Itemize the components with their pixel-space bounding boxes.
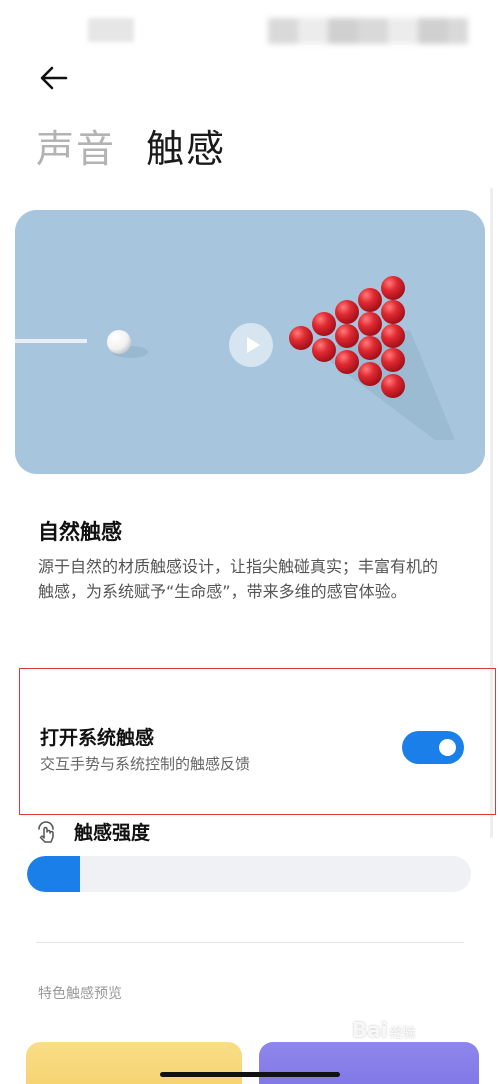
sound-haptics-tabs: 声音 触感 [36, 118, 226, 173]
feature-title: 自然触感 [38, 520, 122, 544]
haptic-strength-label: 触感强度 [74, 822, 151, 844]
feature-description: 源于自然的材质触感设计，让指尖触碰真实；丰富有机的触感，为系统赋予“生命感”，带… [38, 557, 439, 601]
toggle-knob [439, 739, 456, 756]
arrow-left-icon[interactable] [38, 62, 70, 94]
system-haptics-title: 打开系统触感 [40, 727, 155, 749]
play-icon[interactable] [229, 323, 273, 367]
haptics-settings-screen: 声音 触感 自然触感 源于自然的材质触感设计，让指尖触碰真实；丰富有机的触感，为… [0, 0, 500, 1084]
tab-sound[interactable]: 声音 [36, 118, 116, 173]
watermark: Bai 经验 [352, 1018, 416, 1042]
system-haptics-toggle[interactable] [402, 731, 464, 764]
home-indicator[interactable] [160, 1072, 340, 1077]
preview-card-purple[interactable] [259, 1042, 479, 1084]
watermark-suffix: 经验 [389, 1026, 416, 1041]
natural-haptics-section: 自然触感 源于自然的材质触感设计，让指尖触碰真实；丰富有机的触感，为系统赋予“生… [38, 516, 448, 604]
haptic-strength-slider[interactable] [27, 856, 471, 892]
system-haptics-row[interactable]: 打开系统触感 交互手势与系统控制的触感反馈 [19, 668, 496, 815]
touch-icon [38, 820, 54, 843]
status-bar-indicators [268, 18, 468, 44]
haptic-strength-header: 触感强度 [36, 818, 150, 845]
divider [36, 942, 464, 943]
featured-haptics-preview-label: 特色触感预览 [38, 986, 122, 1002]
system-haptics-description: 交互手势与系统控制的触感反馈 [40, 755, 251, 773]
haptic-strength-fill [27, 856, 80, 892]
preview-card-yellow[interactable] [26, 1042, 242, 1084]
status-bar-time [88, 18, 134, 42]
watermark-brand: Bai [352, 1018, 388, 1042]
tab-haptics[interactable]: 触感 [146, 118, 226, 173]
